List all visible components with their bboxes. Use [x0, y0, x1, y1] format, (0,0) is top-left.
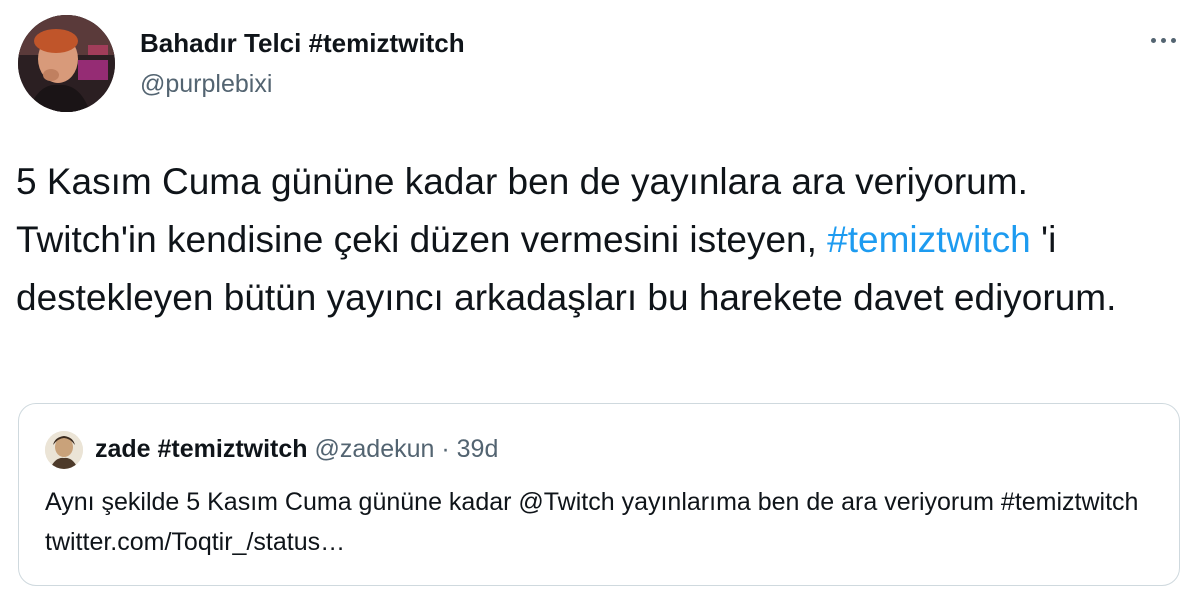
quoted-author-avatar[interactable] [45, 431, 83, 469]
author-handle[interactable]: @purplebixi [140, 70, 272, 99]
tweet: Bahadır Telci #temiztwitch @purplebixi 5… [0, 0, 1200, 604]
dot [1150, 37, 1156, 43]
quoted-tweet[interactable]: zade #temiztwitch @zadekun · 39d Aynı şe… [18, 403, 1180, 586]
tweet-text: 5 Kasım Cuma gününe kadar ben de yayınla… [16, 153, 1176, 327]
profile-drawing-icon [45, 431, 83, 469]
dot [1160, 37, 1166, 43]
separator: · [441, 435, 450, 463]
more-options-icon[interactable] [1143, 28, 1183, 52]
dot [1170, 37, 1176, 43]
quoted-tweet-header: zade #temiztwitch @zadekun · 39d [95, 435, 498, 464]
author-avatar[interactable] [18, 15, 115, 112]
quoted-display-name[interactable]: zade #temiztwitch [95, 435, 308, 463]
quoted-tweet-text: Aynı şekilde 5 Kasım Cuma gününe kadar @… [45, 488, 1139, 556]
quoted-handle[interactable]: @zadekun [315, 435, 435, 463]
quoted-time[interactable]: 39d [457, 435, 499, 463]
profile-photo-icon [18, 15, 115, 112]
hashtag-link[interactable]: #temiztwitch [827, 219, 1031, 260]
author-display-name[interactable]: Bahadır Telci #temiztwitch [140, 28, 465, 59]
